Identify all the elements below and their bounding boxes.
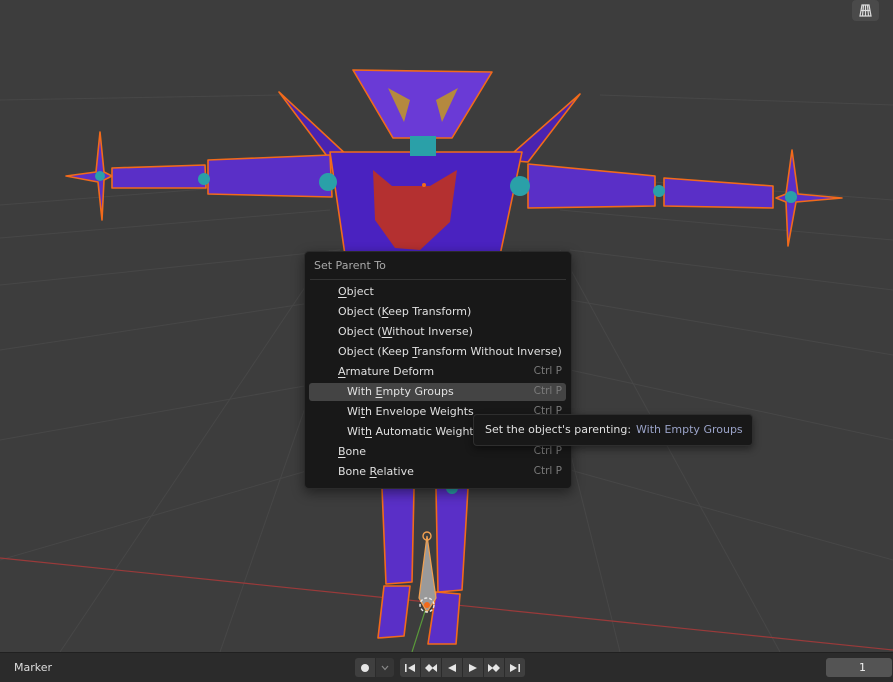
tooltip-label: Set the object's parenting: <box>485 423 632 436</box>
menu-item-object-without-inverse[interactable]: Object (Without Inverse) <box>309 323 566 341</box>
timeline-header: Marker 1 <box>0 652 893 682</box>
jump-to-end-icon[interactable] <box>505 658 525 677</box>
jump-to-start-icon[interactable] <box>400 658 421 677</box>
playback-controls <box>400 658 525 677</box>
keyframe-controls <box>355 658 394 677</box>
marker-menu[interactable]: Marker <box>14 661 52 674</box>
menu-separator <box>310 279 566 280</box>
tooltip-value: With Empty Groups <box>636 423 743 436</box>
play-reverse-icon[interactable] <box>442 658 463 677</box>
grid-view-icon[interactable] <box>852 0 879 21</box>
tooltip: Set the object's parenting: With Empty G… <box>473 414 753 446</box>
previous-keyframe-icon[interactable] <box>421 658 442 677</box>
current-frame-field[interactable]: 1 <box>826 658 892 677</box>
next-keyframe-icon[interactable] <box>484 658 505 677</box>
menu-item-bone-relative[interactable]: Bone Relative Ctrl P <box>309 463 566 481</box>
record-dot-icon[interactable] <box>355 658 376 677</box>
chevron-down-icon[interactable] <box>376 658 394 677</box>
menu-title: Set Parent To <box>314 259 386 272</box>
set-parent-menu: Set Parent To Object Object (Keep Transf… <box>304 251 572 489</box>
menu-item-object-keep-transform[interactable]: Object (Keep Transform) <box>309 303 566 321</box>
menu-item-armature-deform[interactable]: Armature Deform Ctrl P <box>309 363 566 381</box>
menu-item-object[interactable]: Object <box>309 283 566 301</box>
play-icon[interactable] <box>463 658 484 677</box>
menu-item-object-keep-transform-without-inverse[interactable]: Object (Keep Transform Without Inverse) <box>309 343 566 361</box>
menu-item-with-empty-groups[interactable]: With Empty Groups Ctrl P <box>309 383 566 401</box>
